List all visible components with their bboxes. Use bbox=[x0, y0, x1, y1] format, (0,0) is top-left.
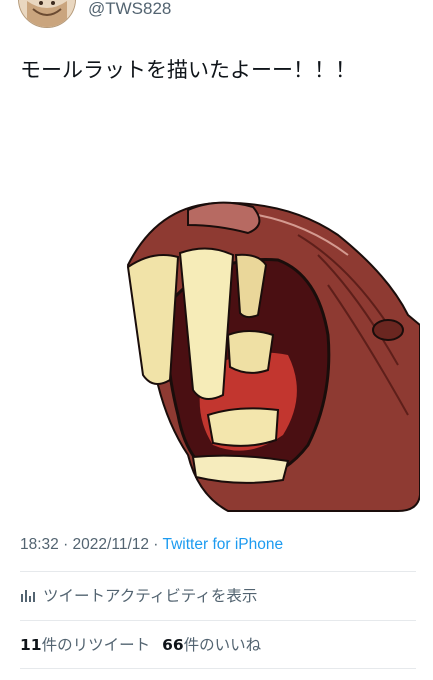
bar-chart-icon bbox=[21, 590, 35, 602]
tweet-stats: 11件のリツイート 66件のいいね bbox=[20, 633, 261, 655]
likes-label: 件のいいね bbox=[183, 636, 262, 654]
tweet-text: モールラットを描いたよーー！！！ bbox=[20, 58, 356, 82]
activity-label: ツイートアクティビティを表示 bbox=[43, 587, 258, 605]
retweets-count: 11 bbox=[20, 636, 42, 654]
tweet-source[interactable]: Twitter for iPhone bbox=[163, 536, 284, 553]
divider-middle bbox=[20, 620, 416, 621]
retweets-stat[interactable]: 11件のリツイート bbox=[20, 636, 150, 654]
likes-stat[interactable]: 66件のいいね bbox=[162, 636, 261, 654]
user-handle[interactable]: @TWS828 bbox=[88, 0, 171, 19]
tweet-media[interactable] bbox=[108, 195, 421, 513]
meta-separator: · bbox=[149, 536, 163, 553]
avatar-icon bbox=[19, 0, 75, 27]
retweets-label: 件のリツイート bbox=[41, 636, 151, 654]
divider-top bbox=[20, 571, 416, 572]
mole-rat-illustration bbox=[126, 201, 421, 512]
user-avatar[interactable] bbox=[18, 0, 76, 28]
tweet-meta: 18:32 · 2022/11/12 · Twitter for iPhone bbox=[20, 536, 283, 554]
divider-bottom bbox=[20, 668, 416, 669]
likes-count: 66 bbox=[162, 636, 184, 654]
tweet-timestamp[interactable]: 18:32 · 2022/11/12 bbox=[20, 536, 149, 553]
tweet-activity-link[interactable]: ツイートアクティビティを表示 bbox=[20, 583, 257, 607]
tweet-header: @TWS828 bbox=[0, 0, 433, 34]
